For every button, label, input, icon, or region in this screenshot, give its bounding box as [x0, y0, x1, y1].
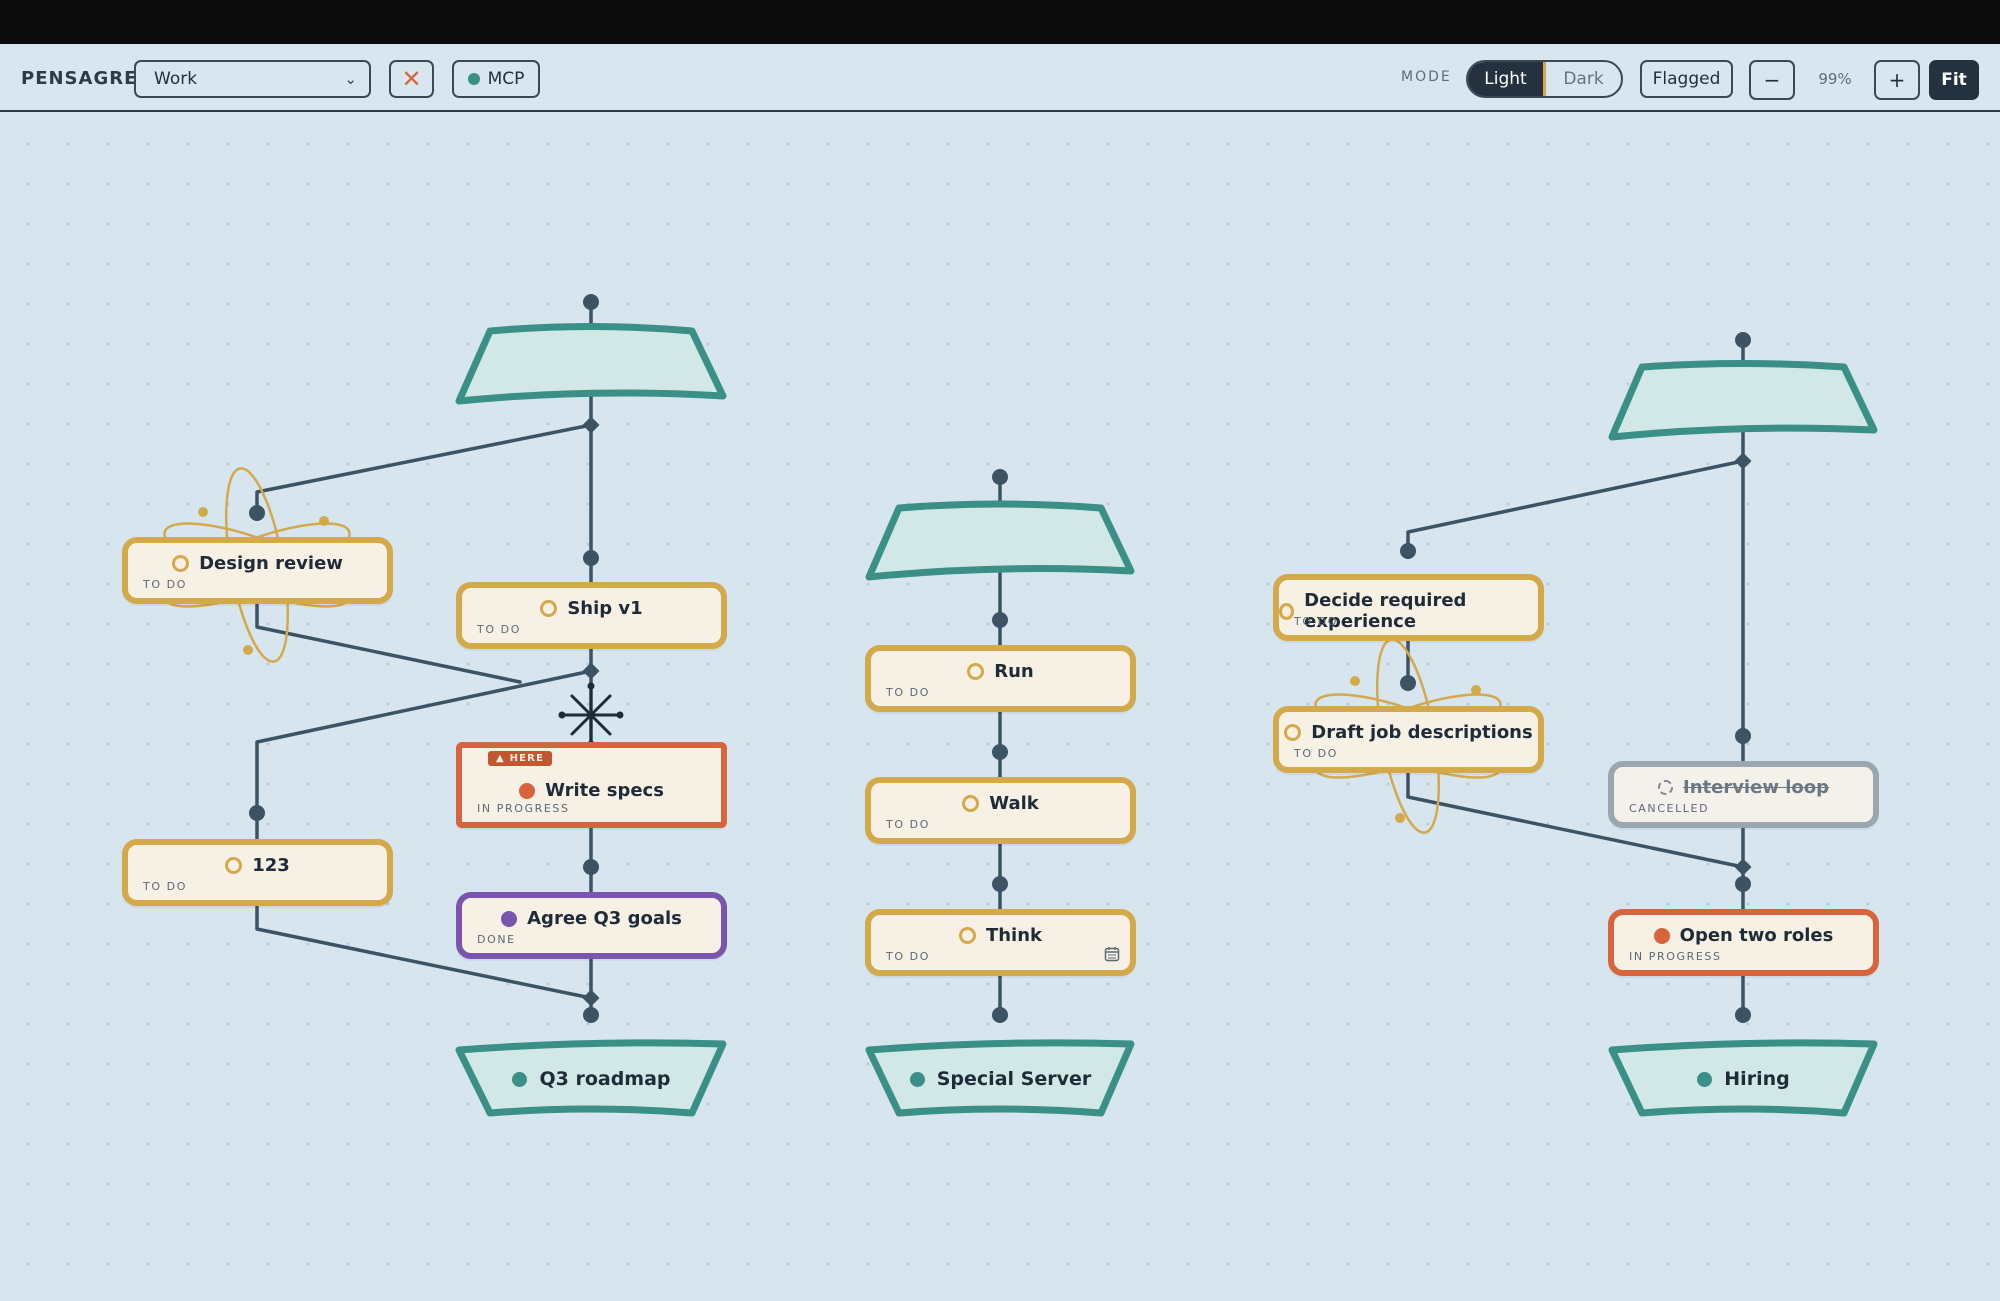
in-progress-status-icon	[519, 782, 536, 799]
task-status: TO DO	[143, 880, 188, 893]
spark-icon	[562, 686, 620, 744]
todo-status-icon	[172, 555, 190, 572]
task-status: TO DO	[143, 578, 188, 591]
task-ship-v1[interactable]: Ship v1 TO DO	[456, 582, 727, 649]
in-progress-status-icon	[1653, 927, 1670, 944]
task-title: Agree Q3 goals	[527, 908, 682, 929]
goal-hiring[interactable]: Hiring	[1608, 1068, 1879, 1090]
task-interview-loop[interactable]: Interview loop CANCELLED	[1608, 761, 1879, 828]
task-title: Write specs	[545, 780, 664, 801]
task-title: Ship v1	[567, 598, 643, 619]
task-title: Decide required experience	[1304, 590, 1467, 632]
goal-special-server[interactable]: Special Server	[865, 1068, 1136, 1090]
goal-q3-roadmap[interactable]: Q3 roadmap	[456, 1068, 727, 1090]
task-123[interactable]: 123 TO DO	[122, 839, 393, 906]
task-status: IN PROGRESS	[1629, 950, 1722, 963]
goal-title: Q3 roadmap	[539, 1068, 671, 1090]
goal-status-dot	[909, 1071, 925, 1087]
task-title: Run	[994, 661, 1034, 682]
task-status: CANCELLED	[1629, 802, 1710, 815]
task-run[interactable]: Run TO DO	[865, 645, 1136, 712]
task-status: TO DO	[477, 623, 522, 636]
goal-title: Hiring	[1724, 1068, 1790, 1090]
goal-shape-q3-top	[455, 323, 727, 405]
task-agree-q3-goals[interactable]: Agree Q3 goals DONE	[456, 892, 727, 959]
task-status: TO DO	[886, 818, 931, 831]
cancelled-status-icon	[1658, 780, 1673, 795]
here-badge: ▲ HERE	[488, 751, 553, 766]
task-status: TO DO	[886, 950, 931, 963]
task-status: DONE	[477, 933, 516, 946]
goal-status-dot	[1697, 1071, 1713, 1087]
todo-status-icon	[967, 663, 985, 680]
task-title: Think	[985, 925, 1043, 946]
task-draft-job-descriptions[interactable]: Draft job descriptions TO DO	[1273, 706, 1544, 773]
task-title: Walk	[989, 793, 1039, 814]
task-write-specs[interactable]: ▲ HERE Write specs IN PROGRESS	[456, 742, 727, 828]
task-think[interactable]: Think TO DO	[865, 909, 1136, 976]
goal-status-dot	[512, 1071, 528, 1087]
task-title: Interview loop	[1683, 777, 1829, 798]
todo-status-icon	[1279, 602, 1295, 620]
todo-status-icon	[225, 857, 243, 874]
task-status: TO DO	[1294, 615, 1339, 628]
task-title: Draft job descriptions	[1311, 722, 1533, 743]
todo-status-icon	[962, 795, 980, 812]
todo-status-icon	[1284, 724, 1302, 741]
task-design-review[interactable]: Design review TO DO	[122, 537, 393, 604]
task-status: TO DO	[1294, 747, 1339, 760]
edge-q3-to-design	[255, 423, 593, 515]
task-status: IN PROGRESS	[477, 802, 570, 815]
done-status-icon	[501, 910, 518, 927]
edge-hiring-to-decide	[1406, 459, 1745, 553]
task-title: 123	[252, 855, 290, 876]
todo-status-icon	[540, 600, 558, 617]
calendar-icon[interactable]	[1104, 946, 1120, 962]
task-decide-required-experience[interactable]: Decide required experience TO DO	[1273, 574, 1544, 641]
goal-title: Special Server	[936, 1068, 1092, 1090]
task-open-two-roles[interactable]: Open two roles IN PROGRESS	[1608, 909, 1879, 976]
todo-status-icon	[958, 927, 976, 944]
task-walk[interactable]: Walk TO DO	[865, 777, 1136, 844]
task-title: Open two roles	[1679, 925, 1834, 946]
goal-shape-hiring-top	[1608, 360, 1878, 441]
task-status: TO DO	[886, 686, 931, 699]
goal-shape-special-top	[865, 500, 1135, 581]
task-title: Design review	[199, 553, 343, 574]
